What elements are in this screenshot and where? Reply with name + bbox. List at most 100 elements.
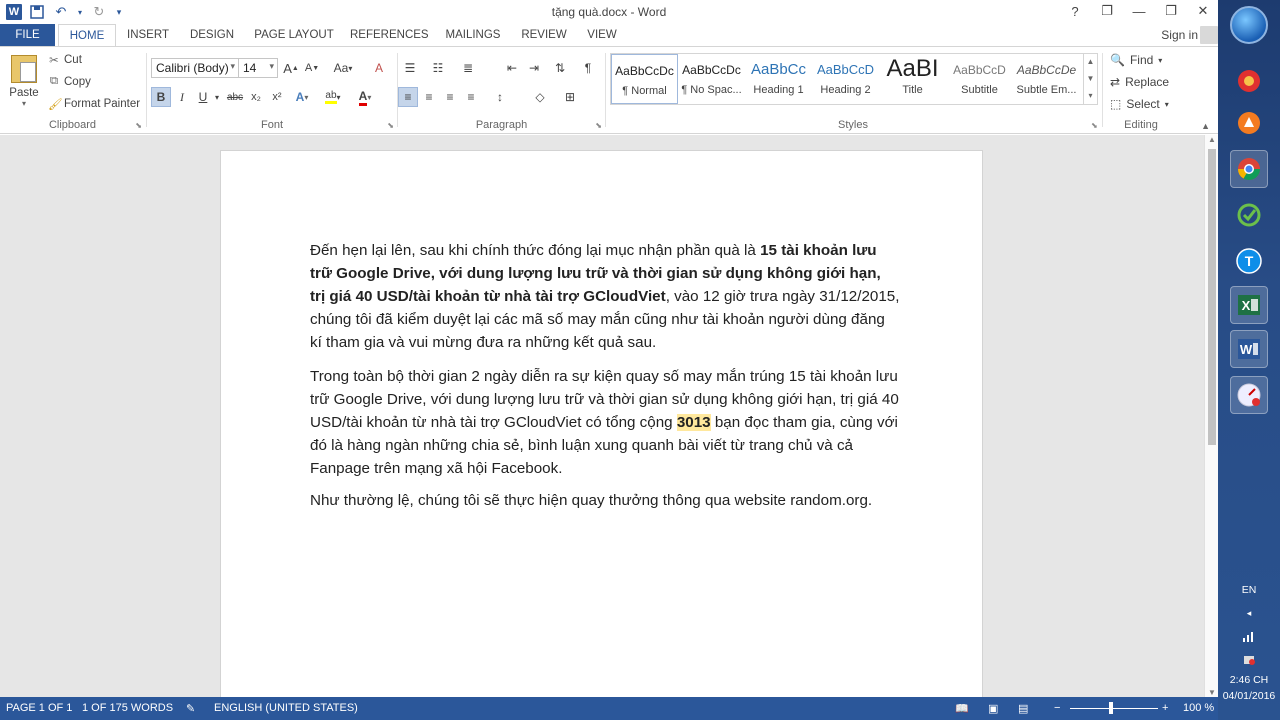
more-styles-icon[interactable]: ▾ (1084, 87, 1097, 104)
superscript-button[interactable]: x² (267, 87, 287, 107)
underline-dropdown-icon[interactable]: ▾ (211, 87, 223, 107)
word-count[interactable]: 1 OF 175 WORDS (82, 702, 173, 714)
borders-icon[interactable]: ⊞ (560, 87, 580, 107)
select-button[interactable]: ⬚ Select ▾ (1110, 97, 1169, 111)
chrome-icon[interactable] (1230, 150, 1268, 188)
tab-home[interactable]: HOME (58, 24, 116, 46)
shrink-font-button[interactable]: A ▼ (302, 58, 322, 78)
zoom-in-icon[interactable]: + (1162, 702, 1168, 714)
tab-file[interactable]: FILE (0, 24, 55, 46)
speed-icon[interactable] (1230, 376, 1268, 414)
style-title[interactable]: AaBI Title (879, 54, 946, 104)
scroll-down-icon[interactable]: ▼ (1205, 688, 1219, 697)
start-button[interactable] (1230, 6, 1268, 44)
tab-insert[interactable]: INSERT (122, 24, 174, 46)
align-right-icon[interactable]: ≡ (440, 87, 460, 107)
tab-design[interactable]: DESIGN (186, 24, 238, 46)
cut-button[interactable]: ✂ Cut (48, 53, 82, 67)
show-formatting-icon[interactable]: ¶ (578, 58, 598, 78)
paragraph-2[interactable]: Trong toàn bộ thời gian 2 ngày diễn ra s… (310, 365, 900, 480)
numbering-icon[interactable]: ☷ (428, 58, 448, 78)
line-spacing-icon[interactable]: ↕ (490, 87, 510, 107)
styles-scroll[interactable]: ▲ ▼ ▾ (1083, 53, 1097, 105)
font-family-select[interactable]: Calibri (Body) (151, 58, 239, 78)
avast-icon[interactable] (1230, 104, 1268, 142)
bullets-icon[interactable]: ☰ (400, 58, 420, 78)
copy-button[interactable]: ⧉ Copy (48, 75, 91, 88)
print-layout-icon[interactable]: ▣ (988, 702, 998, 715)
grow-font-button[interactable]: A ▲ (281, 58, 301, 78)
document-page[interactable]: Đến hẹn lại lên, sau khi chính thức đóng… (220, 150, 983, 697)
clipboard-launcher-icon[interactable]: ⬊ (135, 121, 142, 130)
avatar[interactable] (1200, 26, 1218, 44)
style-subtle-emphasis[interactable]: AaBbCcDe Subtle Em... (1013, 54, 1080, 104)
paragraph-3[interactable]: Như thường lệ, chúng tôi sẽ thực hiện qu… (310, 489, 900, 512)
font-launcher-icon[interactable]: ⬊ (387, 121, 394, 130)
ccleaner-icon[interactable] (1230, 62, 1268, 100)
align-center-icon[interactable]: ≡ (419, 87, 439, 107)
clear-formatting-button[interactable]: A (369, 58, 389, 78)
web-layout-icon[interactable]: ▤ (1018, 702, 1028, 715)
network-icon[interactable] (1218, 630, 1280, 645)
tray-expand-icon[interactable]: ◂ (1218, 608, 1280, 619)
change-case-button[interactable]: Aa ▾ (329, 58, 357, 78)
shading-icon[interactable]: ◇ (530, 87, 550, 107)
style-heading-2[interactable]: AaBbCcD Heading 2 (812, 54, 879, 104)
paste-dropdown-icon[interactable]: ▾ (6, 99, 42, 108)
sign-in-link[interactable]: Sign in (1161, 28, 1198, 42)
paragraph-launcher-icon[interactable]: ⬊ (595, 121, 602, 130)
underline-button[interactable]: U (193, 87, 213, 107)
tab-view[interactable]: VIEW (582, 24, 622, 46)
clock-time[interactable]: 2:46 CH (1218, 674, 1280, 686)
help-button[interactable]: ? (1066, 2, 1084, 20)
language-bar[interactable]: EN (1218, 584, 1280, 596)
decrease-indent-icon[interactable]: ⇤ (502, 58, 522, 78)
text-effects-button[interactable]: A ▾ (292, 87, 312, 107)
vertical-scrollbar[interactable]: ▲ ▼ (1204, 135, 1218, 697)
scroll-up-icon[interactable]: ▲ (1205, 135, 1219, 144)
paragraph-1[interactable]: Đến hẹn lại lên, sau khi chính thức đóng… (310, 239, 900, 354)
italic-button[interactable]: I (172, 87, 192, 107)
format-painter-button[interactable]: 🖌 Format Painter (48, 97, 140, 111)
zoom-slider-thumb[interactable] (1109, 702, 1113, 714)
zoom-slider[interactable] (1070, 708, 1158, 709)
zoom-level[interactable]: 100 % (1183, 702, 1214, 714)
strikethrough-button[interactable]: abc (225, 87, 245, 107)
font-size-select[interactable]: 14 (238, 58, 278, 78)
chevron-down-icon[interactable]: ▼ (1084, 70, 1097, 87)
collapse-ribbon-icon[interactable]: ▲ (1201, 121, 1210, 131)
tab-references[interactable]: REFERENCES (350, 24, 429, 46)
excel-icon[interactable]: X (1230, 286, 1268, 324)
paste-button[interactable]: Paste ▾ (6, 53, 42, 108)
clock-date[interactable]: 04/01/2016 (1218, 690, 1280, 702)
volume-icon[interactable] (1218, 652, 1280, 669)
style-no-spacing[interactable]: AaBbCcDc ¶ No Spac... (678, 54, 745, 104)
align-left-icon[interactable]: ≡ (398, 87, 418, 107)
zoom-out-icon[interactable]: − (1054, 702, 1060, 714)
green-app-icon[interactable] (1230, 196, 1268, 234)
tab-page-layout[interactable]: PAGE LAYOUT (252, 24, 336, 46)
proofing-icon[interactable]: ✎ (186, 702, 195, 715)
tab-mailings[interactable]: MAILINGS (440, 24, 506, 46)
language-indicator[interactable]: ENGLISH (UNITED STATES) (214, 702, 358, 714)
restore-button[interactable]: ❐ (1162, 2, 1180, 20)
highlight-color-button[interactable]: ab ▾ (323, 87, 343, 107)
page-count[interactable]: PAGE 1 OF 1 (6, 702, 72, 714)
close-button[interactable]: ✕ (1194, 2, 1212, 20)
justify-icon[interactable]: ≡ (461, 87, 481, 107)
tab-review[interactable]: REVIEW (518, 24, 570, 46)
style-normal[interactable]: AaBbCcDc ¶ Normal (611, 54, 678, 104)
style-subtitle[interactable]: AaBbCcD Subtitle (946, 54, 1013, 104)
word-icon[interactable]: W (1230, 330, 1268, 368)
find-button[interactable]: 🔍 Find ▾ (1110, 53, 1162, 67)
chevron-up-icon[interactable]: ▲ (1084, 53, 1097, 70)
style-heading-1[interactable]: AaBbCc Heading 1 (745, 54, 812, 104)
teamviewer-icon[interactable]: T (1230, 242, 1268, 280)
font-color-button[interactable]: A ▾ (355, 87, 375, 107)
read-mode-icon[interactable]: 📖 (955, 702, 969, 715)
multilevel-list-icon[interactable]: ≣ (458, 58, 478, 78)
bold-button[interactable]: B (151, 87, 171, 107)
subscript-button[interactable]: x₂ (246, 87, 266, 107)
scroll-thumb[interactable] (1208, 149, 1216, 445)
sort-icon[interactable]: ⇅ (550, 58, 570, 78)
